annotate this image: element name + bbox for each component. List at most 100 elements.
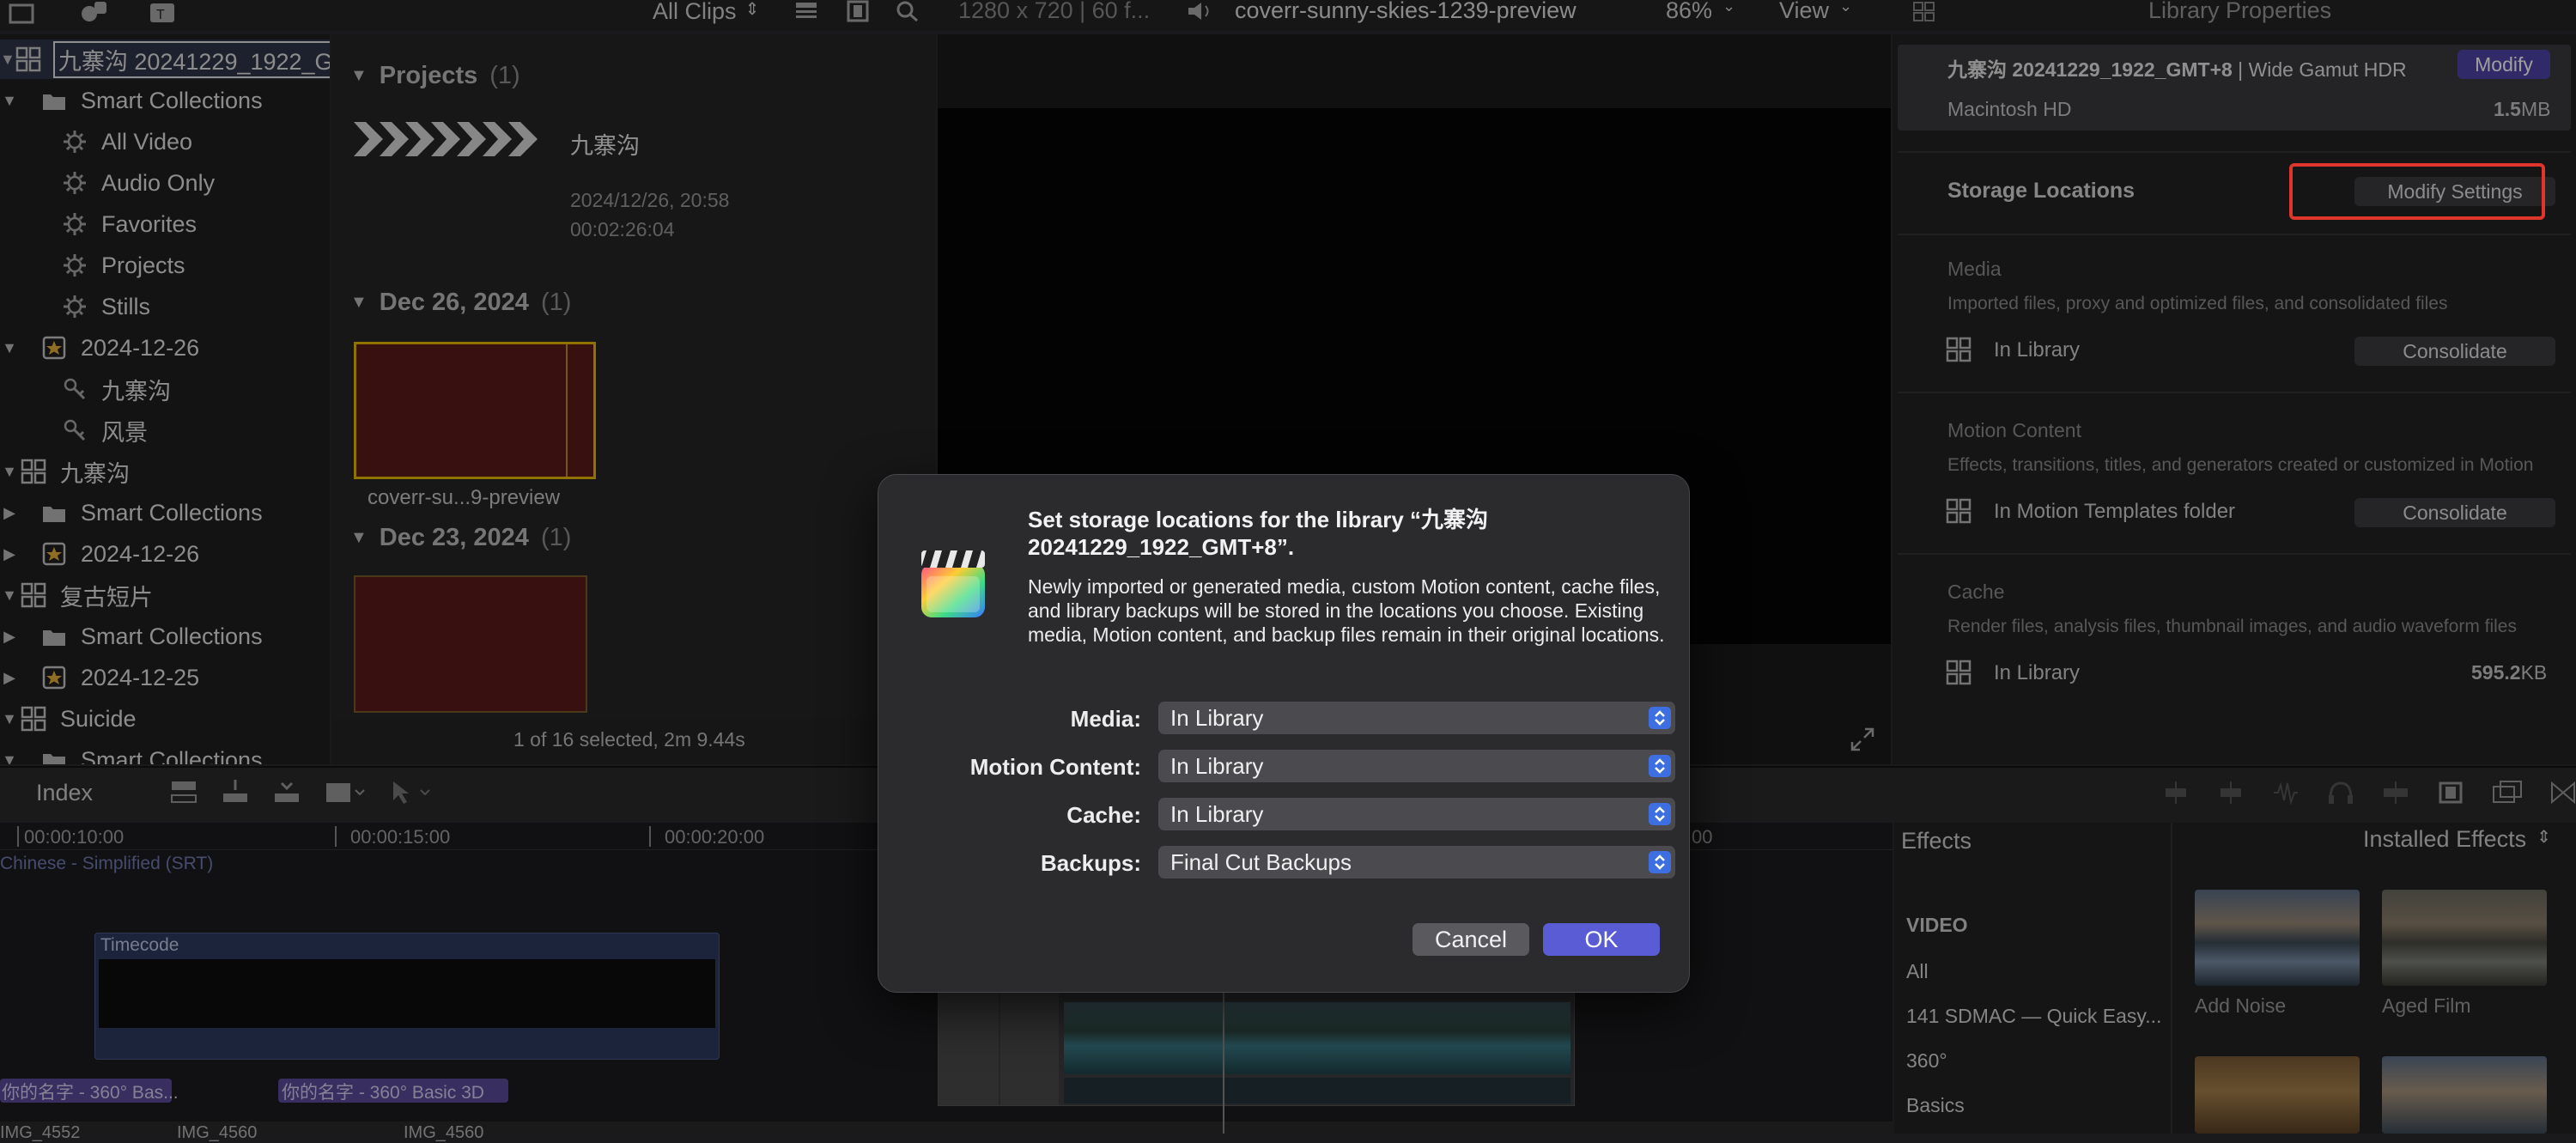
connect-clip-icon[interactable] — [168, 778, 199, 806]
sidebar-item[interactable]: ▶ Smart Collections — [0, 617, 330, 656]
sidebar-item[interactable]: ▼ 九寨沟 — [0, 452, 330, 491]
index-tab[interactable]: Index — [36, 780, 93, 806]
event-star-icon — [39, 663, 69, 692]
clip-thumbnail[interactable] — [354, 575, 587, 713]
import-icon[interactable] — [7, 0, 36, 24]
overwrite-clip-icon[interactable] — [323, 778, 366, 806]
sidebar-item[interactable]: ▼ Smart Collections — [0, 740, 330, 764]
motion-content-popup[interactable]: In Library — [1158, 750, 1675, 782]
transitions-icon[interactable] — [2549, 780, 2576, 806]
clip-thumbnail[interactable] — [354, 342, 596, 479]
separator: | — [2232, 58, 2249, 81]
mini-clip[interactable] — [1000, 988, 1059, 1105]
trim-start-icon[interactable] — [2160, 780, 2191, 806]
sidebar-item[interactable]: Audio Only — [0, 163, 330, 203]
sidebar-item[interactable]: 九寨沟 — [0, 369, 330, 409]
disclosure-triangle-icon[interactable]: ▼ — [350, 66, 368, 86]
audio-waveform-icon[interactable] — [2270, 780, 2301, 806]
disclosure-expanded-icon[interactable]: ▼ — [0, 587, 19, 605]
title-clip[interactable]: 你的名字 - 360° Basic 3D — [278, 1079, 508, 1103]
mini-clip[interactable] — [939, 988, 999, 1105]
event-group-header[interactable]: ▼ Dec 26, 2024 (1) — [350, 289, 571, 317]
headphones-icon[interactable] — [2325, 780, 2356, 806]
disclosure-expanded-icon[interactable]: ▼ — [0, 51, 15, 69]
motion-title: Motion Content — [1947, 419, 2081, 441]
sidebar-item[interactable]: 风景 — [0, 410, 330, 450]
disclosure-expanded-icon[interactable]: ▼ — [0, 463, 19, 481]
project-thumbnail[interactable] — [354, 120, 551, 158]
select-tool-icon[interactable] — [386, 778, 434, 806]
list-view-icon[interactable] — [793, 0, 819, 22]
effect-thumbnail[interactable] — [2382, 1056, 2547, 1134]
effects-category-item[interactable]: All — [1906, 960, 1929, 983]
sidebar-item[interactable]: ▶ 2024-12-25 — [0, 658, 330, 697]
filmstrip-view-icon[interactable] — [845, 0, 871, 22]
project-name[interactable]: 九寨沟 — [570, 127, 640, 161]
insert-clip-icon[interactable] — [220, 778, 251, 806]
fullscreen-icon[interactable] — [1850, 727, 1875, 752]
clip-filter-menu[interactable]: All Clips ⇕ — [653, 0, 759, 25]
event-group-header[interactable]: ▼ Dec 23, 2024 (1) — [350, 524, 571, 552]
playhead[interactable] — [1223, 988, 1224, 1134]
ok-button[interactable]: OK — [1543, 923, 1660, 956]
sidebar-item[interactable]: ▼ 2024-12-26 — [0, 328, 330, 368]
sidebar-item[interactable]: Projects — [0, 246, 330, 285]
disclosure-expanded-icon[interactable]: ▼ — [0, 751, 19, 765]
consolidate-media-button[interactable]: Consolidate — [2354, 337, 2555, 366]
disclosure-expanded-icon[interactable]: ▼ — [0, 339, 19, 357]
music-photos-icon[interactable] — [79, 0, 108, 24]
disclosure-collapsed-icon[interactable]: ▶ — [0, 669, 19, 687]
sidebar-item[interactable]: ▼ Smart Collections — [0, 81, 330, 120]
effect-thumbnail[interactable] — [2195, 1056, 2360, 1134]
installed-effects-menu[interactable]: Installed Effects ⇕ — [2363, 826, 2551, 853]
backups-popup[interactable]: Final Cut Backups — [1158, 846, 1675, 879]
skimming-icon[interactable] — [2380, 780, 2411, 806]
caption-lane-label[interactable]: Chinese - Simplified (SRT) — [0, 854, 213, 874]
disclosure-expanded-icon[interactable]: ▼ — [0, 710, 19, 728]
sidebar-item[interactable]: Favorites — [0, 204, 330, 244]
disclosure-collapsed-icon[interactable]: ▶ — [0, 545, 19, 563]
cache-popup[interactable]: In Library — [1158, 798, 1675, 830]
effect-thumbnail[interactable] — [2382, 890, 2547, 986]
sidebar-item[interactable]: Stills — [0, 287, 330, 326]
edit-buttons — [168, 778, 434, 806]
append-clip-icon[interactable] — [271, 778, 302, 806]
timeline-right-tools — [2160, 780, 2576, 806]
sidebar-item[interactable]: ▶ 2024-12-26 — [0, 534, 330, 574]
titles-icon[interactable]: T — [148, 0, 177, 24]
sidebar-item[interactable]: ▶ Smart Collections — [0, 493, 330, 532]
timecode-clip[interactable]: Timecode — [94, 933, 720, 1060]
search-icon[interactable] — [895, 0, 920, 22]
modify-button[interactable]: Modify — [2458, 50, 2550, 79]
disclosure-collapsed-icon[interactable]: ▶ — [0, 504, 19, 522]
inspector-tab-icon[interactable] — [1911, 0, 1937, 22]
sidebar-item[interactable]: ▼ 复古短片 — [0, 575, 330, 615]
sidebar-item[interactable]: ▼ 九寨沟 20241229_1922_GMT+8 — [0, 40, 330, 79]
library-icon — [15, 45, 41, 74]
cancel-button[interactable]: Cancel — [1413, 923, 1529, 956]
trim-end-icon[interactable] — [2215, 780, 2246, 806]
disclosure-expanded-icon[interactable]: ▼ — [0, 92, 19, 110]
clip-name[interactable]: coverr-su...9-preview — [368, 486, 560, 510]
effects-category-item[interactable]: Basics — [1906, 1094, 1965, 1117]
disclosure-triangle-icon[interactable]: ▼ — [350, 293, 368, 313]
disclosure-triangle-icon[interactable]: ▼ — [350, 528, 368, 548]
effects-category-item[interactable]: 141 SDMAC — Quick Easy... — [1906, 1005, 2161, 1028]
media-popup[interactable]: In Library — [1158, 702, 1675, 734]
zoom-menu[interactable]: 86% ⌄ — [1666, 0, 1735, 24]
speaker-icon[interactable] — [1185, 0, 1214, 22]
projects-header[interactable]: ▼ Projects (1) — [350, 62, 520, 90]
title-clip[interactable]: 你的名字 - 360° Bas... — [0, 1079, 179, 1103]
sidebar-item[interactable]: ▼ Suicide — [0, 699, 330, 739]
disclosure-collapsed-icon[interactable]: ▶ — [0, 628, 19, 646]
sidebar-item[interactable]: All Video — [0, 122, 330, 161]
library-icon — [19, 581, 48, 610]
clip-appearance-icon[interactable] — [2435, 780, 2466, 806]
projects-count: (1) — [489, 62, 520, 89]
effects-category-item[interactable]: 360° — [1906, 1049, 1947, 1073]
video-clip-strip[interactable] — [938, 988, 1575, 1106]
effect-thumbnail[interactable] — [2195, 890, 2360, 986]
consolidate-motion-button[interactable]: Consolidate — [2354, 498, 2555, 527]
view-menu[interactable]: View ⌄ — [1779, 0, 1852, 24]
effects-browser-icon[interactable] — [2490, 780, 2524, 806]
